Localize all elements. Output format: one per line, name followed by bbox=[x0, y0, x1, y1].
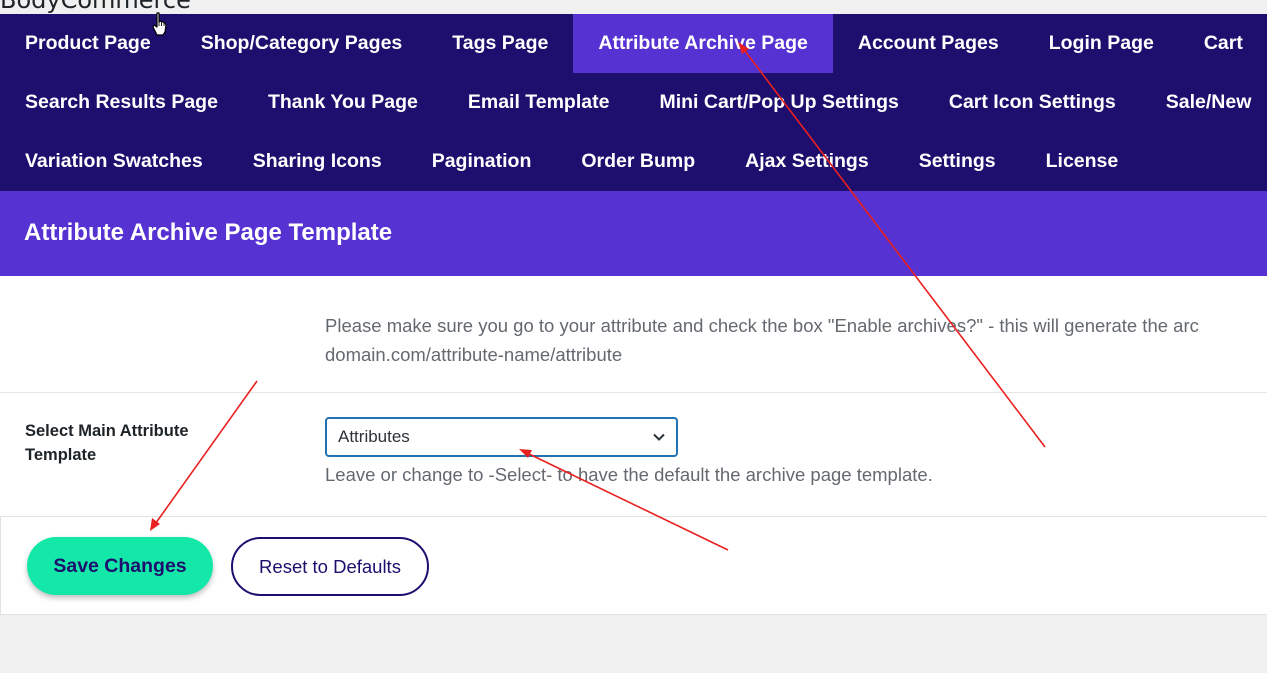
tab-mini-cart-popup-settings[interactable]: Mini Cart/Pop Up Settings bbox=[634, 73, 923, 132]
tab-order-bump[interactable]: Order Bump bbox=[556, 132, 720, 191]
notice-line-2: domain.com/attribute-name/attribute bbox=[325, 344, 623, 365]
main-attribute-template-label: Select Main Attribute Template bbox=[25, 422, 189, 464]
chevron-down-icon bbox=[653, 433, 665, 441]
tab-login-page[interactable]: Login Page bbox=[1024, 14, 1179, 73]
nav-row-1: Product Page Shop/Category Pages Tags Pa… bbox=[0, 14, 1267, 73]
tab-sale-new[interactable]: Sale/New bbox=[1141, 73, 1267, 132]
tab-tags-page[interactable]: Tags Page bbox=[427, 14, 573, 73]
main-attribute-template-select[interactable]: Attributes bbox=[325, 417, 678, 457]
tab-product-page[interactable]: Product Page bbox=[0, 14, 176, 73]
save-changes-button[interactable]: Save Changes bbox=[27, 537, 213, 595]
nav-row-2: Search Results Page Thank You Page Email… bbox=[0, 73, 1267, 132]
tab-pagination[interactable]: Pagination bbox=[407, 132, 557, 191]
tab-shop-category-pages[interactable]: Shop/Category Pages bbox=[176, 14, 428, 73]
tab-cart-icon-settings[interactable]: Cart Icon Settings bbox=[924, 73, 1141, 132]
settings-nav: Product Page Shop/Category Pages Tags Pa… bbox=[0, 14, 1267, 191]
tab-ajax-settings[interactable]: Ajax Settings bbox=[720, 132, 894, 191]
tab-variation-swatches[interactable]: Variation Swatches bbox=[0, 132, 228, 191]
form-actions: Save Changes Reset to Defaults bbox=[0, 516, 1267, 615]
archive-notice: Please make sure you go to your attribut… bbox=[325, 311, 1267, 369]
divider bbox=[0, 392, 1267, 393]
tab-cart[interactable]: Cart bbox=[1179, 14, 1267, 73]
tab-search-results-page[interactable]: Search Results Page bbox=[0, 73, 243, 132]
hand-cursor-icon bbox=[152, 12, 167, 36]
tab-email-template[interactable]: Email Template bbox=[443, 73, 635, 132]
section-title: Attribute Archive Page Template bbox=[24, 219, 393, 246]
notice-line-1: Please make sure you go to your attribut… bbox=[325, 315, 1199, 336]
section-header: Attribute Archive Page Template bbox=[0, 191, 1267, 276]
top-strip: BodyCommerce bbox=[0, 0, 1267, 14]
select-value: Attributes bbox=[338, 427, 410, 446]
nav-row-3: Variation Swatches Sharing Icons Paginat… bbox=[0, 132, 1143, 191]
tab-thank-you-page[interactable]: Thank You Page bbox=[243, 73, 443, 132]
tab-license[interactable]: License bbox=[1021, 132, 1144, 191]
select-help-text: Leave or change to -Select- to have the … bbox=[325, 464, 933, 485]
tab-attribute-archive-page[interactable]: Attribute Archive Page bbox=[573, 14, 833, 73]
tab-account-pages[interactable]: Account Pages bbox=[833, 14, 1024, 73]
tab-sharing-icons[interactable]: Sharing Icons bbox=[228, 132, 407, 191]
settings-panel: Please make sure you go to your attribut… bbox=[0, 276, 1267, 516]
reset-to-defaults-button[interactable]: Reset to Defaults bbox=[231, 537, 429, 596]
tab-settings[interactable]: Settings bbox=[894, 132, 1021, 191]
